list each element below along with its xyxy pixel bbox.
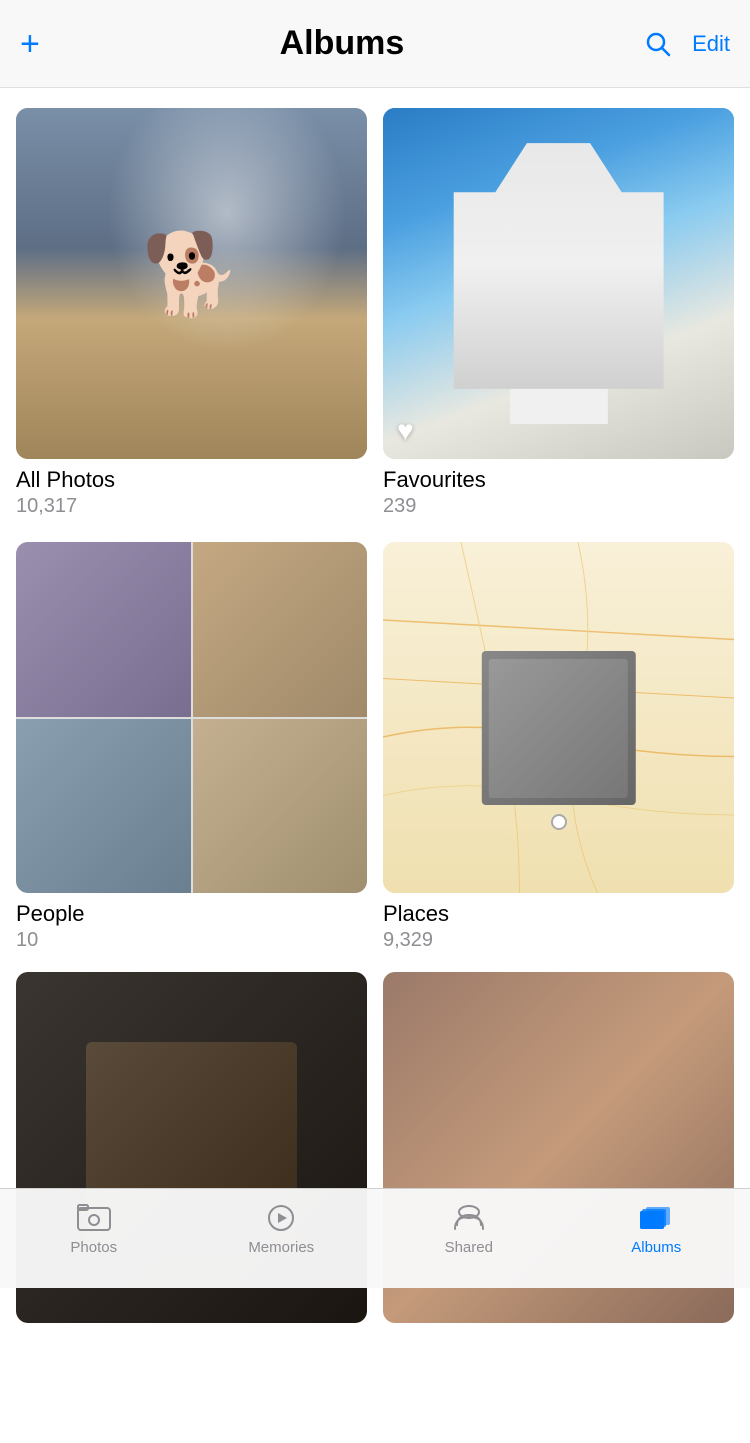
tab-memories[interactable]: Memories — [188, 1203, 376, 1256]
tab-albums[interactable]: Albums — [563, 1203, 750, 1256]
people-cell-4 — [193, 719, 368, 894]
places-photo-pin — [481, 651, 635, 805]
tab-label-shared: Shared — [445, 1239, 493, 1256]
album-thumbnail-people — [16, 542, 367, 893]
photos-tab-icon — [76, 1203, 112, 1233]
lighthouse-image — [383, 108, 734, 459]
album-thumbnail-places — [383, 542, 734, 893]
album-count-places: 9,329 — [383, 929, 734, 952]
album-count-all-photos: 10,317 — [16, 495, 367, 518]
people-cell-3 — [16, 719, 191, 894]
tab-label-photos: Photos — [70, 1239, 117, 1256]
shared-tab-icon — [451, 1203, 487, 1233]
album-people[interactable]: People 10 — [16, 542, 367, 952]
album-favourites[interactable]: ♥ Favourites 239 — [383, 108, 734, 518]
albums-tab-icon — [638, 1203, 674, 1233]
album-name-all-photos: All Photos — [16, 467, 367, 493]
album-places[interactable]: Places 9,329 — [383, 542, 734, 952]
lighthouse-red-band — [509, 253, 607, 333]
tab-shared[interactable]: Shared — [375, 1203, 563, 1256]
album-name-places: Places — [383, 901, 734, 927]
tab-photos[interactable]: Photos — [0, 1203, 188, 1256]
people-cell-1 — [16, 542, 191, 717]
header: + Albums Edit — [0, 0, 750, 88]
page-title: Albums — [280, 24, 405, 63]
tab-label-albums: Albums — [631, 1239, 681, 1256]
album-name-people: People — [16, 901, 367, 927]
edit-button[interactable]: Edit — [692, 31, 730, 57]
lighthouse-body — [509, 196, 607, 424]
lighthouse-top — [509, 196, 607, 253]
tab-label-memories: Memories — [248, 1239, 314, 1256]
people-cell-2 — [193, 542, 368, 717]
albums-grid: All Photos 10,317 ♥ Favourites 239 Peopl… — [0, 88, 750, 972]
lighthouse-white-base — [509, 333, 607, 424]
header-actions: Edit — [644, 30, 730, 58]
tab-bar: Photos Memories Shared — [0, 1188, 750, 1288]
album-all-photos[interactable]: All Photos 10,317 — [16, 108, 367, 518]
album-name-favourites: Favourites — [383, 467, 734, 493]
search-icon[interactable] — [644, 30, 672, 58]
memories-tab-icon — [263, 1203, 299, 1233]
album-count-people: 10 — [16, 929, 367, 952]
heart-icon: ♥ — [397, 415, 414, 447]
add-button[interactable]: + — [20, 27, 40, 61]
album-thumbnail-favourites: ♥ — [383, 108, 734, 459]
album-count-favourites: 239 — [383, 495, 734, 518]
album-thumbnail-all-photos — [16, 108, 367, 459]
